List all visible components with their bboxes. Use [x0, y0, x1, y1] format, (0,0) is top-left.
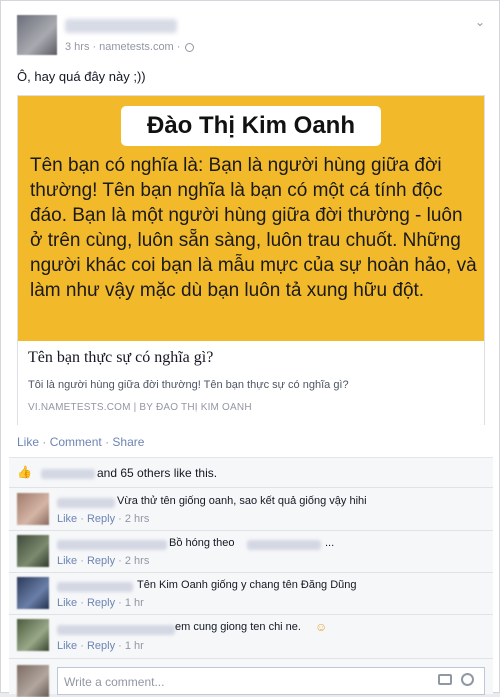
action-separator: · [105, 435, 110, 449]
comment-reply-link[interactable]: Reply [87, 640, 115, 652]
post-status-text: Ô, hay quá đây này ;)) [17, 69, 146, 84]
commenter-avatar[interactable] [17, 535, 49, 567]
meta-separator: · [176, 41, 181, 53]
comment-item: Tên Kim Oanh giống y chang tên Đăng Dũng… [9, 573, 493, 615]
commenter-name-blurred[interactable] [57, 582, 133, 592]
commenter-name-blurred[interactable] [57, 498, 115, 508]
comment-text: Tên Kim Oanh giống y chang tên Đăng Dũng [137, 579, 357, 591]
comment-like-link[interactable]: Like [57, 640, 77, 652]
comment-time[interactable]: 1 hr [125, 597, 144, 609]
comment-time[interactable]: 2 hrs [125, 513, 149, 525]
comment-composer: Write a comment... [9, 659, 493, 697]
likes-summary: 👍 and 65 others like this. [9, 458, 493, 488]
comment-reply-link[interactable]: Reply [87, 555, 115, 567]
shared-title[interactable]: Tên bạn thực sự có nghĩa gì? [28, 349, 213, 367]
comment-input-placeholder: Write a comment... [64, 675, 165, 689]
viewer-avatar [17, 665, 49, 697]
post-time[interactable]: 3 hrs [65, 41, 89, 53]
comment-item: Bồ hóng theo ... Like · Reply · 2 hrs [9, 531, 493, 573]
comment-meta: Like · Reply · 1 hr [57, 640, 144, 652]
shared-image[interactable]: Đào Thị Kim Oanh Tên bạn có nghĩa là: Bạ… [18, 96, 484, 341]
commenter-avatar[interactable] [17, 619, 49, 651]
chevron-down-icon[interactable]: ⌄ [475, 15, 485, 29]
comment-like-link[interactable]: Like [57, 597, 77, 609]
post-source[interactable]: nametests.com [99, 41, 174, 53]
post-card: 3 hrs · nametests.com · ⌄ Ô, hay quá đây… [0, 0, 500, 697]
action-separator: · [42, 435, 47, 449]
author-name-blurred[interactable] [65, 19, 177, 33]
smiley-emoji-icon: ☺ [315, 620, 328, 634]
comment-text: Bồ hóng theo [169, 537, 235, 549]
comment-like-link[interactable]: Like [57, 513, 77, 525]
comment-item: Vừa thử tên giống oanh, sao kết quả giốn… [9, 489, 493, 531]
comment-meta: Like · Reply · 2 hrs [57, 513, 150, 525]
comment-like-link[interactable]: Like [57, 555, 77, 567]
tagged-name-blurred[interactable] [247, 540, 321, 550]
comment-text: Vừa thử tên giống oanh, sao kết quả giốn… [117, 495, 367, 507]
commenter-avatar[interactable] [17, 493, 49, 525]
camera-icon[interactable] [438, 674, 452, 685]
shared-caption[interactable]: Tên bạn thực sự có nghĩa gì? Tôi là ngườ… [18, 341, 484, 425]
commenter-name-blurred[interactable] [57, 540, 167, 550]
comment-ellipsis: ... [325, 537, 335, 549]
comment-reply-link[interactable]: Reply [87, 513, 115, 525]
comment-input[interactable]: Write a comment... [57, 667, 485, 695]
liker-name-blurred[interactable] [41, 469, 95, 479]
meta-separator: · [92, 41, 97, 53]
comment-item: em cung giong ten chi ne. ☺ Like · Reply… [9, 615, 493, 659]
shared-link-preview[interactable]: Đào Thị Kim Oanh Tên bạn có nghĩa là: Bạ… [17, 95, 485, 425]
feedback-area: 👍 and 65 others like this. Vừa thử tên g… [9, 457, 493, 697]
thumbs-up-icon: 👍 [17, 465, 32, 479]
result-text: Tên bạn có nghĩa là: Bạn là người hùng g… [30, 155, 477, 301]
likes-count-text[interactable]: and 65 others like this. [97, 466, 217, 480]
author-avatar[interactable] [17, 15, 57, 55]
comment-meta: Like · Reply · 1 hr [57, 597, 144, 609]
shared-source: VI.NAMETESTS.COM | BY ĐAO THỊ KIM OANH [28, 402, 252, 413]
commenter-avatar[interactable] [17, 577, 49, 609]
comment-time[interactable]: 1 hr [125, 640, 144, 652]
comment-time[interactable]: 2 hrs [125, 555, 149, 567]
comment-meta: Like · Reply · 2 hrs [57, 555, 150, 567]
comment-link[interactable]: Comment [50, 435, 102, 449]
shared-description: Tôi là người hùng giữa đời thường! Tên b… [28, 379, 349, 391]
commenter-name-blurred[interactable] [57, 625, 175, 635]
comment-reply-link[interactable]: Reply [87, 597, 115, 609]
post-actions: Like · Comment · Share [17, 435, 144, 449]
post-meta: 3 hrs · nametests.com · [65, 41, 195, 53]
comment-text: em cung giong ten chi ne. [175, 621, 301, 633]
result-name: Đào Thị Kim Oanh [121, 106, 381, 146]
like-link[interactable]: Like [17, 435, 39, 449]
share-link[interactable]: Share [112, 435, 144, 449]
emoji-icon[interactable] [461, 673, 474, 686]
globe-icon[interactable] [185, 42, 195, 52]
